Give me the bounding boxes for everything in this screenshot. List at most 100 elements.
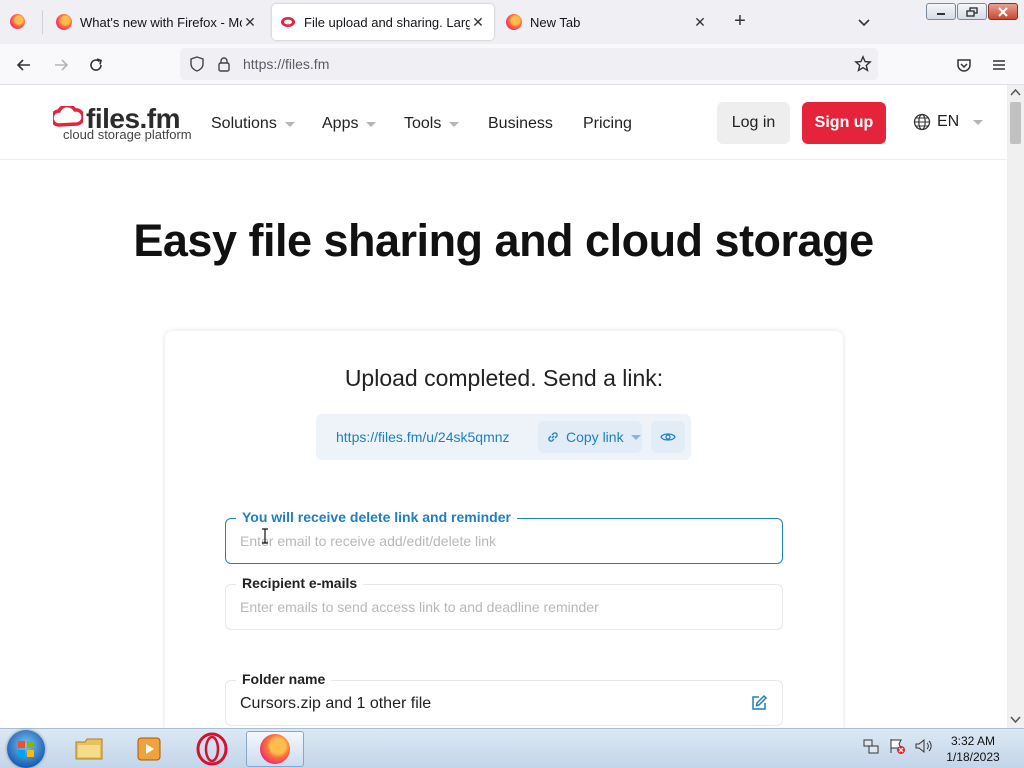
- link-icon: [548, 432, 558, 442]
- logo-tagline: cloud storage platform: [63, 127, 192, 142]
- eye-icon: [660, 433, 676, 441]
- folder-name-field: Folder name Cursors.zip and 1 other file: [225, 671, 783, 726]
- taskbar-firefox[interactable]: [246, 731, 304, 767]
- tab-whats-new[interactable]: What's new with Firefox - More ✕: [48, 4, 266, 40]
- owner-email-field: You will receive delete link and reminde…: [225, 509, 783, 564]
- text-cursor-icon: [262, 528, 268, 544]
- chevron-down-icon: [449, 121, 460, 127]
- menu-tools[interactable]: Tools: [404, 115, 460, 133]
- tab-title: File upload and sharing. Large f: [304, 14, 470, 30]
- share-url-link[interactable]: https://files.fm/u/24sk5qmnz: [336, 429, 510, 445]
- taskbar-file-explorer[interactable]: [60, 731, 118, 767]
- firefox-icon: [506, 14, 522, 30]
- reload-icon[interactable]: [87, 56, 105, 74]
- language-selector[interactable]: EN: [913, 113, 984, 131]
- tab-separator: [42, 10, 43, 34]
- action-center-flag-icon[interactable]: [888, 737, 906, 755]
- volume-speaker-icon[interactable]: [914, 737, 934, 755]
- view-files-button[interactable]: [651, 421, 685, 453]
- system-tray: [862, 737, 934, 755]
- copy-link-label: Copy link: [566, 429, 624, 445]
- menu-apps-label: Apps: [322, 115, 359, 132]
- opera-icon: [196, 732, 228, 766]
- close-tab-icon[interactable]: ✕: [242, 14, 258, 31]
- bookmark-star-icon[interactable]: [854, 55, 872, 73]
- taskbar-media-player[interactable]: [120, 731, 178, 767]
- share-link-box: https://files.fm/u/24sk5qmnz Copy link: [316, 414, 691, 460]
- pocket-icon[interactable]: [955, 56, 973, 74]
- back-arrow-icon[interactable]: [15, 56, 33, 74]
- owner-email-label: You will receive delete link and reminde…: [236, 509, 517, 525]
- firefox-icon: [56, 14, 72, 30]
- menu-pricing[interactable]: Pricing: [583, 115, 632, 133]
- taskbar-opera[interactable]: [183, 731, 241, 767]
- files-fm-favicon: [281, 17, 295, 27]
- scrollbar-thumb[interactable]: [1010, 102, 1021, 144]
- new-tab-plus-icon[interactable]: +: [731, 11, 749, 31]
- menu-solutions-label: Solutions: [211, 115, 277, 132]
- tab-bar: What's new with Firefox - More ✕ File up…: [0, 0, 1024, 44]
- tab-title: What's new with Firefox - More: [80, 14, 242, 30]
- login-button[interactable]: Log in: [717, 102, 790, 144]
- windows-logo-icon: [18, 741, 34, 757]
- tab-file-upload[interactable]: File upload and sharing. Large f ✕: [272, 4, 494, 40]
- recipient-emails-input[interactable]: [240, 599, 740, 615]
- recipient-emails-label: Recipient e-mails: [236, 575, 364, 591]
- upload-result-card: Upload completed. Send a link: https://f…: [165, 331, 843, 728]
- minimize-window-button[interactable]: [926, 3, 956, 20]
- close-tab-icon[interactable]: ✕: [692, 14, 708, 31]
- page-viewport: files.fm cloud storage platform Solution…: [0, 85, 1007, 728]
- windows-taskbar: 3:32 AM 1/18/2023: [0, 728, 1024, 768]
- menu-solutions[interactable]: Solutions: [211, 115, 295, 133]
- restore-window-button[interactable]: [957, 3, 987, 20]
- tracking-protection-shield-icon[interactable]: [189, 56, 205, 72]
- scroll-up-arrow-icon[interactable]: [1010, 88, 1021, 96]
- files-fm-logo-mark-icon[interactable]: [53, 106, 83, 128]
- close-window-button[interactable]: [988, 3, 1018, 20]
- navigation-toolbar: https://files.fm: [0, 44, 1024, 85]
- edit-pencil-icon[interactable]: [750, 694, 768, 712]
- globe-icon: [913, 113, 931, 131]
- copy-link-button[interactable]: Copy link: [538, 421, 642, 453]
- menu-apps[interactable]: Apps: [322, 115, 377, 133]
- signup-button[interactable]: Sign up: [802, 102, 886, 144]
- site-header: files.fm cloud storage platform Solution…: [0, 85, 1007, 160]
- folder-name-label: Folder name: [236, 671, 332, 687]
- taskbar-clock[interactable]: 3:32 AM 1/18/2023: [940, 733, 1006, 765]
- menu-business-label: Business: [488, 115, 553, 132]
- chevron-down-icon: [973, 119, 984, 125]
- firefox-icon: [260, 734, 290, 764]
- minimize-icon: [937, 12, 945, 15]
- tab-title: New Tab: [530, 14, 581, 30]
- start-button[interactable]: [7, 730, 45, 768]
- hamburger-menu-icon[interactable]: [990, 56, 1008, 74]
- menu-pricing-label: Pricing: [583, 115, 632, 132]
- firefox-pinned-tab-icon[interactable]: [10, 14, 25, 29]
- chevron-down-icon[interactable]: [630, 434, 641, 440]
- recipient-emails-field: Recipient e-mails: [225, 575, 783, 630]
- url-text[interactable]: https://files.fm: [243, 56, 329, 72]
- lock-icon[interactable]: [217, 56, 231, 72]
- tab-new-tab[interactable]: New Tab ✕: [498, 4, 716, 40]
- clock-date: 1/18/2023: [946, 750, 1000, 764]
- list-all-tabs-chevron-icon[interactable]: [856, 14, 872, 30]
- hero-title: Easy file sharing and cloud storage: [133, 215, 874, 266]
- close-tab-icon[interactable]: ✕: [470, 14, 486, 31]
- folder-name-value[interactable]: Cursors.zip and 1 other file: [240, 695, 431, 713]
- clock-time: 3:32 AM: [950, 734, 996, 748]
- scroll-down-arrow-icon[interactable]: [1010, 716, 1021, 724]
- media-player-icon: [137, 737, 161, 761]
- close-window-icon: [998, 6, 1008, 17]
- upload-status-title: Upload completed. Send a link:: [344, 365, 664, 391]
- menu-business[interactable]: Business: [488, 115, 553, 133]
- menu-tools-label: Tools: [404, 115, 442, 132]
- owner-email-input[interactable]: [240, 533, 740, 549]
- restore-icon: [966, 6, 978, 17]
- network-icon[interactable]: [862, 737, 880, 755]
- folder-icon: [75, 738, 103, 760]
- chevron-down-icon: [284, 121, 295, 127]
- address-bar[interactable]: https://files.fm: [180, 48, 878, 80]
- language-label: EN: [937, 113, 960, 130]
- page-scrollbar[interactable]: [1007, 85, 1024, 728]
- forward-arrow-icon[interactable]: [52, 56, 70, 74]
